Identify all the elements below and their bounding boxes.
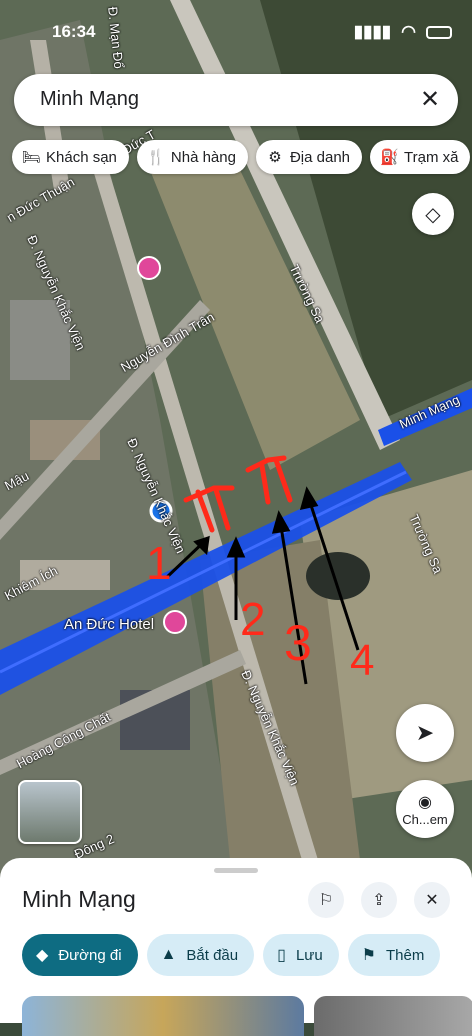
chip-hotels[interactable]: 🛏 Khách sạn [12, 140, 129, 174]
action-label: Đường đi [58, 946, 122, 964]
navigate-icon: ▲ [160, 946, 177, 963]
chem-button[interactable]: ◉ Ch...em [396, 780, 454, 838]
bed-icon: 🛏 [22, 149, 42, 166]
save-button[interactable]: ▯ Lưu [263, 934, 339, 976]
annotation-4: 4 [350, 636, 375, 685]
layers-button[interactable]: ◇ [412, 193, 454, 235]
action-label: Thêm [386, 946, 425, 964]
street-view-thumbnail[interactable] [18, 780, 82, 844]
chip-restaurants[interactable]: 🍴 Nhà hàng [136, 140, 248, 174]
signal-icon: ▮▮▮▮ [353, 22, 392, 41]
close-sheet-button[interactable]: ✕ [414, 882, 450, 918]
annotation-3: 3 [284, 615, 312, 671]
annotation-1: 1 [146, 537, 172, 589]
chip-label: Khách sạn [46, 148, 117, 166]
flag-icon: ⚑ [361, 947, 377, 964]
chip-landmarks[interactable]: ⚙ Địa danh [255, 140, 362, 174]
place-sheet[interactable]: Minh Mạng ⚐ ⇪ ✕ ◆ Đường đi ▲ Bắt đầu ▯ Lưu … [0, 858, 472, 1036]
search-bar[interactable]: Minh Mạng ✕ [14, 74, 458, 126]
share-button[interactable]: ⇪ [361, 882, 397, 918]
category-chips: 🛏 Khách sạn 🍴 Nhà hàng ⚙ Địa danh ⛽ Trạm xă [12, 140, 471, 174]
sheet-handle[interactable] [214, 868, 258, 873]
chip-label: Địa danh [289, 148, 350, 166]
photo-1[interactable] [22, 996, 304, 1036]
close-icon[interactable]: ✕ [418, 86, 442, 114]
fuel-icon: ⛽ [380, 149, 399, 166]
directions-button[interactable]: ◆ Đường đi [22, 934, 138, 976]
chip-label: Trạm xă [404, 148, 459, 166]
start-button[interactable]: ▲ Bắt đầu [146, 934, 255, 976]
search-query[interactable]: Minh Mạng [40, 88, 139, 111]
bookmark-icon: ⚐ [318, 892, 334, 909]
bookmark-icon: ▯ [277, 947, 286, 964]
more-button[interactable]: ⚑ Thêm [347, 934, 441, 976]
close-icon: ✕ [425, 892, 439, 909]
navigation-arrow-icon: ➤ [415, 720, 435, 745]
chem-label: Ch...em [402, 811, 448, 827]
place-title: Minh Mạng [22, 886, 136, 912]
annotation-2: 2 [240, 593, 266, 645]
action-label: Bắt đầu [186, 946, 239, 964]
layers-icon: ◇ [425, 203, 441, 226]
action-label: Lưu [295, 946, 323, 964]
battery-icon [426, 25, 452, 39]
directions-icon: ◆ [36, 947, 49, 964]
my-location-button[interactable]: ➤ [396, 704, 454, 762]
camera-icon: ◉ [418, 793, 432, 811]
status-bar: 16:34 ▮▮▮▮ ◠ [52, 20, 452, 46]
fork-knife-icon: 🍴 [146, 149, 166, 166]
photo-strip[interactable] [22, 996, 472, 1036]
share-icon: ⇪ [372, 892, 386, 909]
chip-label: Nhà hàng [170, 148, 236, 166]
wifi-icon: ◠ [401, 22, 416, 41]
map-label-an-duc-hotel: An Đức Hotel [64, 616, 155, 633]
photo-2[interactable] [314, 996, 472, 1036]
camera-icon: ⚙ [268, 149, 282, 166]
save-icon-button[interactable]: ⚐ [308, 882, 344, 918]
chip-gas[interactable]: ⛽ Trạm xă [370, 140, 471, 174]
action-row: ◆ Đường đi ▲ Bắt đầu ▯ Lưu ⚑ Thêm [22, 934, 441, 976]
status-icons: ▮▮▮▮ ◠ [354, 22, 452, 42]
status-time: 16:34 [52, 22, 96, 41]
